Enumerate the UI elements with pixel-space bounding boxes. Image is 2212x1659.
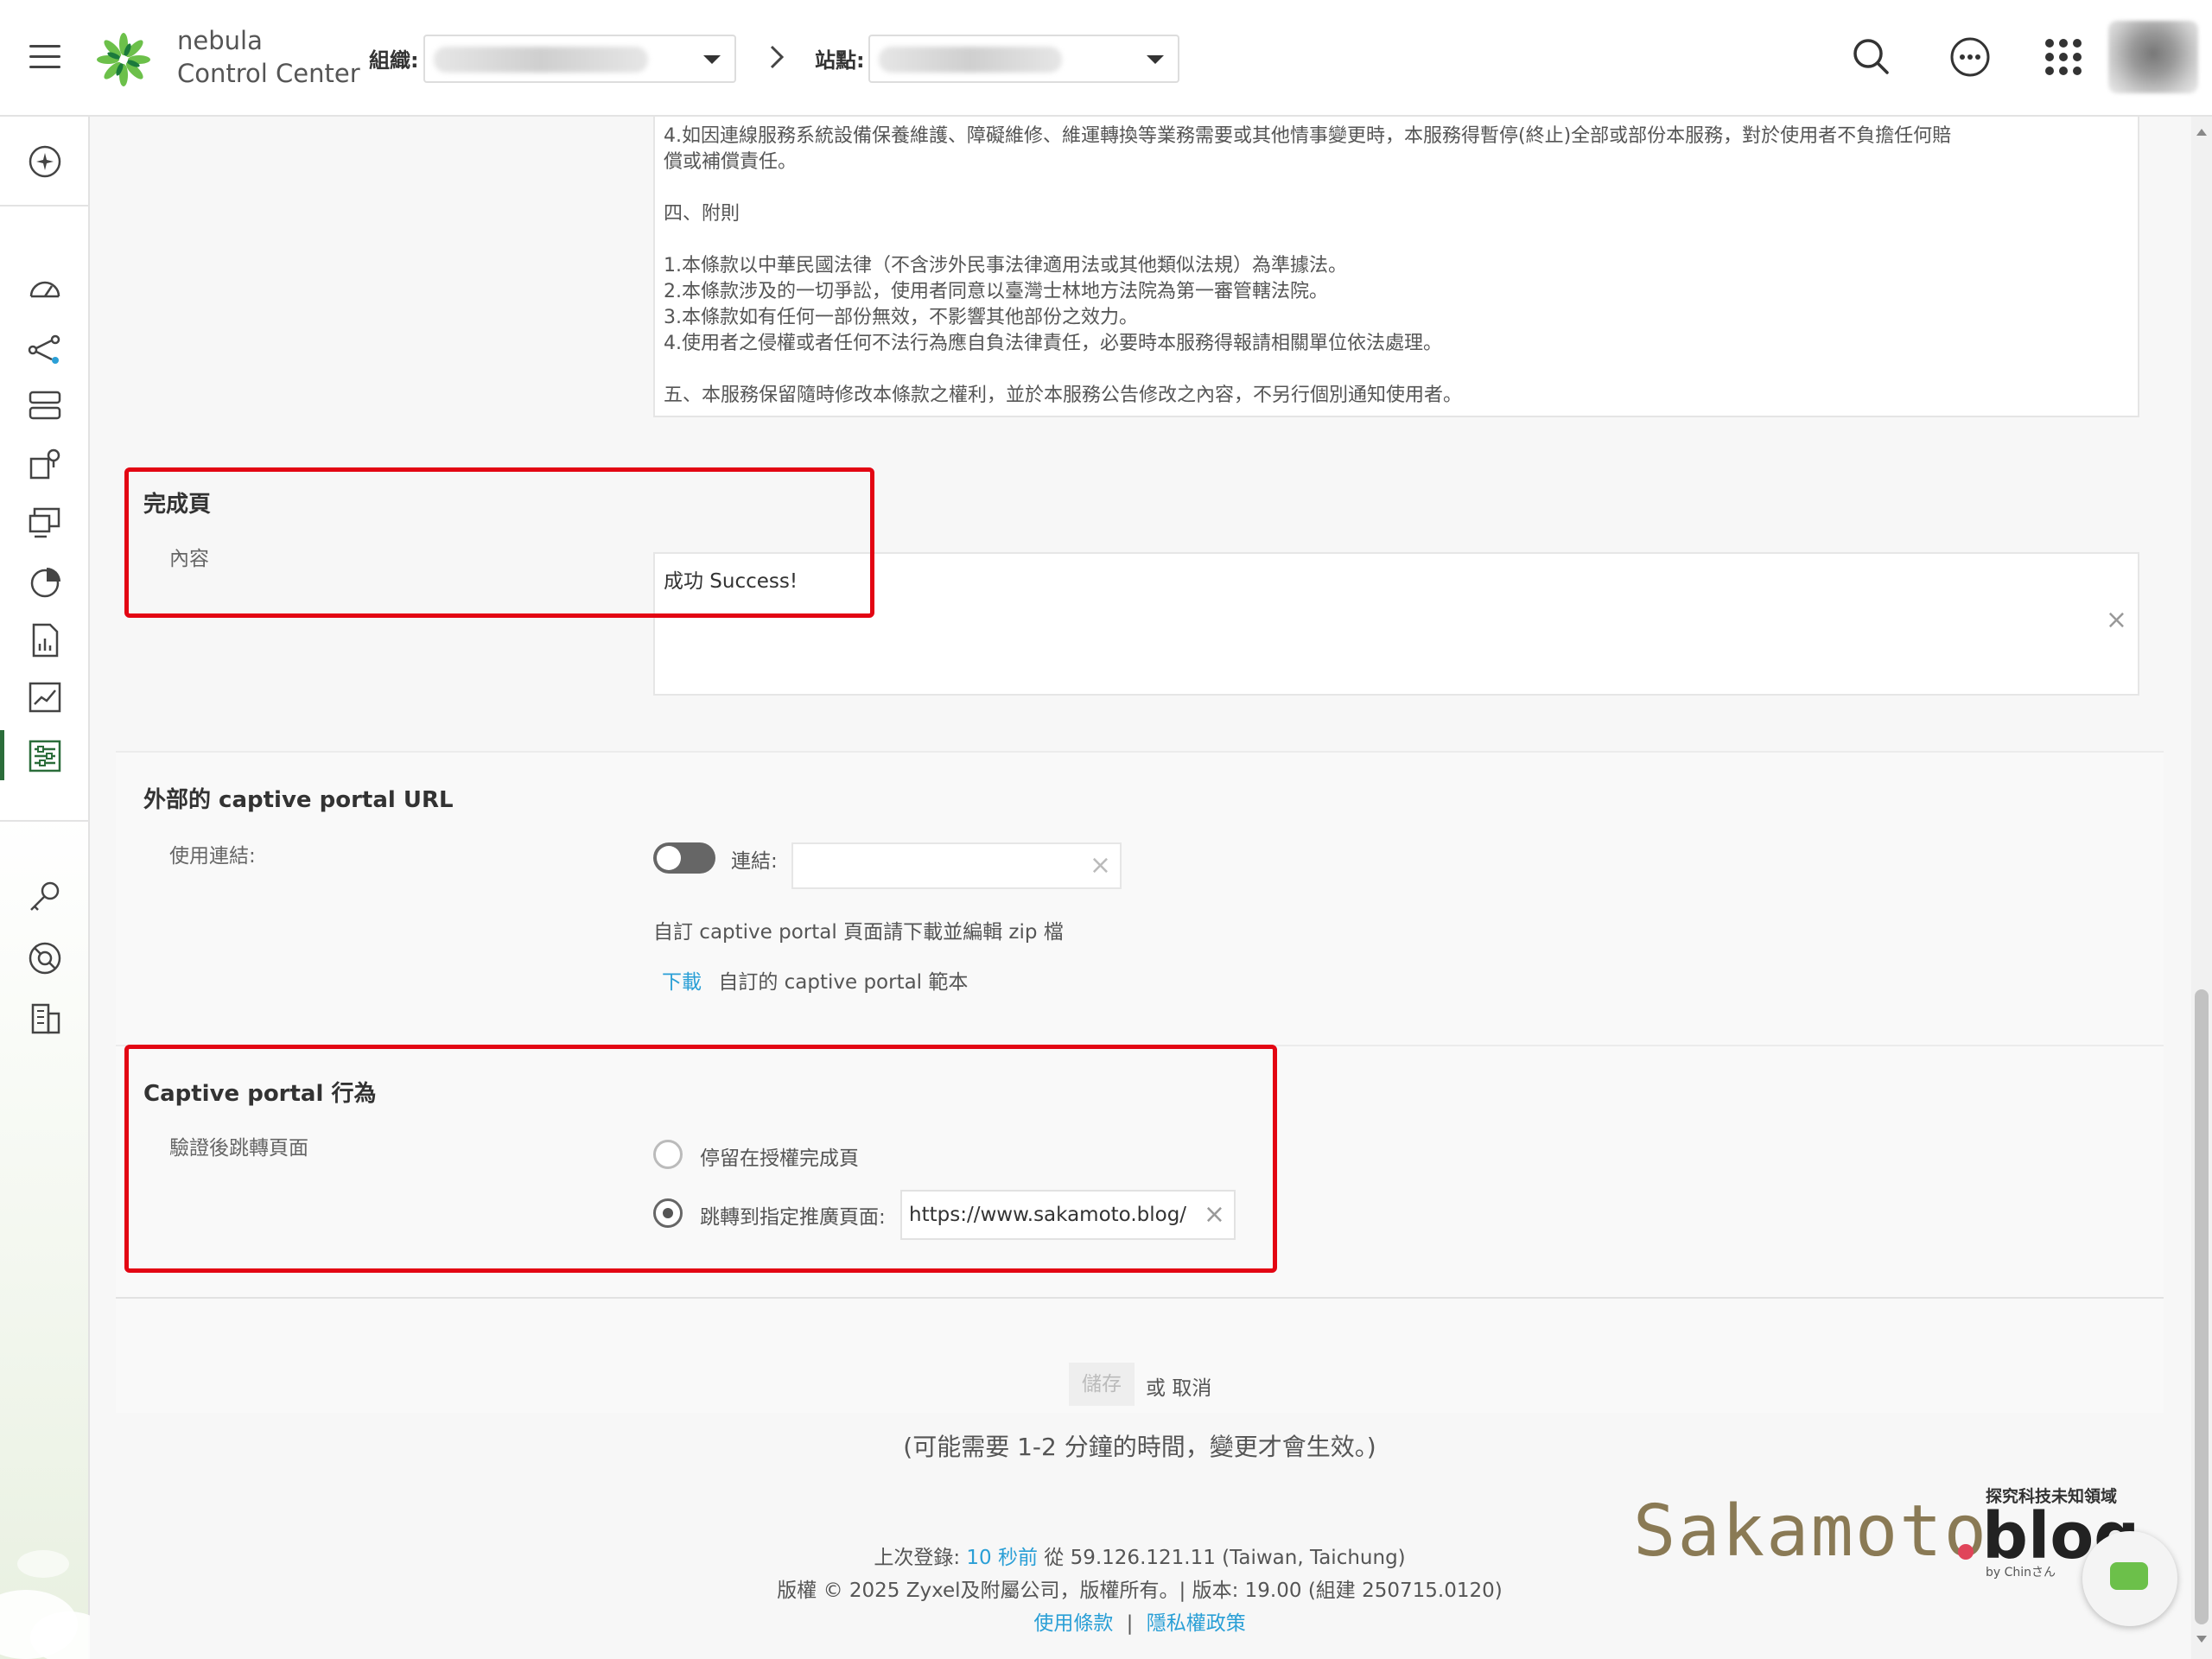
terms-line: 五、本服務保留隨時修改本條款之權利，並於本服務公告修改之內容，不另行個別通知使用…: [664, 385, 1463, 406]
terms-line: 2.本條款涉及的一切爭訟，使用者同意以臺灣士林地方法院為第一審管轄法院。: [664, 281, 1328, 302]
sakamoto-blog-watermark: 探究科技未知領域 Sakamoto blog by Chinさん: [1633, 1473, 2139, 1586]
apps-grid-icon[interactable]: [2039, 33, 2088, 81]
watermark-dot: [1958, 1544, 1974, 1560]
scroll-up-arrow-icon[interactable]: [2196, 129, 2207, 136]
dashboard-gauge-icon[interactable]: [26, 270, 64, 308]
decorative-clouds: [0, 1550, 90, 1659]
chat-support-button[interactable]: [2082, 1531, 2177, 1626]
terms-line: 4.使用者之侵權或者任何不法行為應自負法律責任，必要時本服務得報請相關單位依法處…: [664, 333, 1442, 354]
chevron-down-icon: [1147, 55, 1164, 64]
site-name-redacted: [879, 47, 1062, 73]
chevron-down-icon: [703, 55, 721, 64]
external-url-title: 外部的 captive portal URL: [143, 787, 454, 813]
org-selector[interactable]: [423, 35, 736, 83]
top-bar: nebula Control Center 組織: 站點:: [0, 0, 2212, 117]
terms-line: 4.如因連線服務系統設備保養維護、障礙維修、維運轉換等業務需要或其他情事變更時，…: [664, 125, 1952, 147]
link-label: 連結:: [731, 850, 778, 873]
clear-icon[interactable]: ×: [1201, 1202, 1227, 1228]
chevron-right-icon: [770, 45, 785, 69]
configure-sliders-icon[interactable]: [26, 737, 64, 775]
download-row: 下載 自訂的 captive portal 範本: [662, 965, 968, 995]
footer-links: 使用條款 | 隱私權政策: [90, 1606, 2190, 1636]
radio-stay-on-success[interactable]: [653, 1140, 683, 1169]
apply-delay-note: (可能需要 1-2 分鐘的時間，變更才會生效。): [903, 1433, 1376, 1461]
download-link[interactable]: 下載: [662, 971, 702, 994]
last-login-from: 從 59.126.121.11 (Taiwan, Taichung): [1044, 1547, 1406, 1569]
page-scrollbar[interactable]: [2191, 117, 2212, 1659]
panel-bottom-border: [116, 1297, 2164, 1299]
chat-bubble-icon: [2110, 1562, 2148, 1590]
footer-separator: |: [1126, 1612, 1134, 1635]
success-content-label: 內容: [169, 548, 209, 570]
last-login-time[interactable]: 10 秒前: [966, 1547, 1038, 1569]
scroll-thumb[interactable]: [2195, 989, 2209, 1624]
section-divider: [116, 751, 2164, 753]
sidebar-active-indicator: [0, 730, 4, 780]
toggle-knob: [657, 846, 681, 870]
link-input[interactable]: ×: [791, 842, 1122, 889]
terms-textarea[interactable]: 4.如因連線服務系統設備保養維護、障礙維修、維運轉換等業務需要或其他情事變更時，…: [653, 117, 2139, 417]
search-icon[interactable]: [1847, 33, 1896, 81]
custom-portal-note: 自訂 captive portal 頁面請下載並編輯 zip 檔: [653, 921, 1064, 944]
clear-icon[interactable]: ×: [1090, 853, 1111, 879]
nebula-logo: [97, 33, 150, 86]
ai-assistant-icon[interactable]: [26, 143, 64, 181]
success-content-value: 成功 Success!: [664, 570, 798, 593]
privacy-policy-link[interactable]: 隱私權政策: [1147, 1612, 1246, 1635]
radio-redirect-promo[interactable]: [653, 1198, 683, 1228]
analytics-pie-icon[interactable]: [26, 563, 64, 601]
main-content: 4.如因連線服務系統設備保養維護、障礙維修、維運轉換等業務需要或其他情事變更時，…: [90, 117, 2190, 1659]
sidebar-divider: [0, 205, 90, 207]
org-label: 組織:: [369, 48, 419, 73]
org-name-redacted: [434, 47, 648, 73]
reports-icon[interactable]: [26, 621, 64, 659]
terms-line: 四、附則: [664, 203, 741, 225]
more-options-icon[interactable]: [1946, 33, 1994, 81]
topology-icon[interactable]: [26, 331, 64, 369]
user-avatar[interactable]: [2108, 21, 2198, 93]
clear-icon[interactable]: ×: [2106, 607, 2127, 633]
license-key-icon[interactable]: [26, 879, 64, 917]
redirect-url-input[interactable]: https://www.sakamoto.blog/ ×: [900, 1190, 1236, 1240]
terms-line: 3.本條款如有任何一部份無效，不影響其他部份之效力。: [664, 307, 1138, 328]
menu-icon[interactable]: [29, 45, 60, 69]
save-button[interactable]: 儲存: [1069, 1363, 1135, 1406]
use-link-toggle[interactable]: [653, 842, 715, 874]
devices-icon[interactable]: [26, 386, 64, 424]
sidebar-divider: [0, 820, 90, 822]
download-suffix: 自訂的 captive portal 範本: [718, 971, 969, 994]
scroll-down-arrow-icon[interactable]: [2196, 1636, 2207, 1643]
option-redirect-label: 跳轉到指定推廣頁面:: [700, 1206, 886, 1229]
option-stay-label: 停留在授權完成頁: [700, 1147, 859, 1170]
cancel-link[interactable]: 取消: [1172, 1377, 1211, 1400]
last-login-prefix: 上次登錄:: [874, 1547, 961, 1569]
success-content-textarea[interactable]: 成功 Success! ×: [653, 552, 2139, 696]
site-selector[interactable]: [868, 35, 1179, 83]
success-page-title: 完成頁: [143, 492, 212, 518]
terms-of-use-link[interactable]: 使用條款: [1033, 1612, 1113, 1635]
help-support-icon[interactable]: [26, 939, 64, 977]
organization-building-icon[interactable]: [26, 998, 64, 1036]
redirect-url-value: https://www.sakamoto.blog/: [909, 1204, 1187, 1226]
sidebar: [0, 117, 90, 1659]
brand-subtitle: Control Center: [177, 59, 360, 88]
watermark-name: Sakamoto: [1633, 1491, 1988, 1573]
redirect-label: 驗證後跳轉頁面: [169, 1137, 308, 1160]
behavior-title: Captive portal 行為: [143, 1081, 377, 1107]
or-text: 或: [1146, 1377, 1166, 1400]
site-label: 站點:: [815, 48, 865, 73]
terms-line: 1.本條款以中華民國法律（不含涉外民事法律適用法或其他類似法規）為準據法。: [664, 255, 1347, 276]
clients-monitor-icon[interactable]: [26, 504, 64, 542]
monitor-chart-icon[interactable]: [26, 678, 64, 716]
use-link-label: 使用連結:: [169, 845, 256, 868]
terms-line: 償或補償責任。: [664, 151, 798, 173]
actions-row: 或 取消: [1146, 1371, 1211, 1401]
watermark-byline: by Chinさん: [1986, 1566, 2056, 1580]
brand-name: nebula: [177, 26, 263, 55]
site-location-icon[interactable]: [26, 445, 64, 483]
